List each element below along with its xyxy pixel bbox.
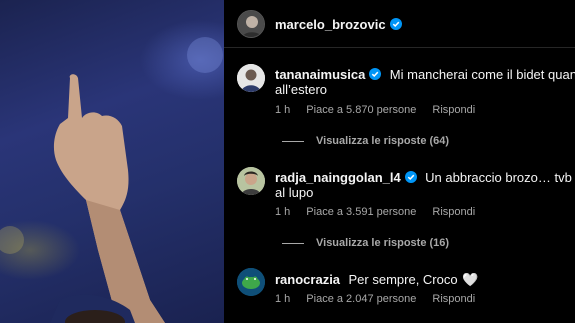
author-username-text[interactable]: marcelo_brozovic [275, 17, 386, 32]
commenter-avatar-image [237, 64, 265, 92]
comment-username[interactable]: ranocrazia [275, 272, 340, 287]
comments-panel: marcelo_brozovic tananaimusica Mi manche… [224, 0, 575, 323]
reply-button[interactable]: Rispondi [432, 206, 475, 218]
view-replies-label[interactable]: Visualizza le risposte (64) [316, 135, 449, 147]
comment-meta: 1 h Piace a 2.047 persone Rispondi [275, 293, 491, 305]
comment-username-text[interactable]: tananaimusica [275, 67, 365, 82]
comment-likes[interactable]: Piace a 5.870 persone [306, 104, 416, 116]
replies-divider-line [282, 140, 304, 142]
replies-divider-line [282, 242, 304, 244]
post-header: marcelo_brozovic [224, 0, 575, 48]
author-username[interactable]: marcelo_brozovic [275, 17, 402, 32]
comment-text: Mi mancherai come il bidet quando [389, 67, 575, 82]
comment-text: Un abbraccio brozo… tvb in [425, 170, 575, 185]
commenter-avatar[interactable] [237, 167, 265, 195]
post-photo-illustration [0, 37, 223, 323]
comment-time[interactable]: 1 h [275, 104, 290, 116]
comment-username[interactable]: tananaimusica [275, 67, 382, 82]
reply-button[interactable]: Rispondi [432, 104, 475, 116]
comment-text-continued: al lupo [275, 185, 314, 200]
reply-button[interactable]: Rispondi [432, 293, 475, 305]
verified-badge-icon [369, 68, 382, 80]
comment-meta: 1 h Piace a 5.870 persone Rispondi [275, 104, 491, 116]
post-photo [0, 0, 224, 323]
commenter-avatar-image [237, 167, 265, 195]
comment-likes[interactable]: Piace a 3.591 persone [306, 206, 416, 218]
view-replies-button[interactable]: Visualizza le risposte (64) [282, 135, 449, 147]
commenter-avatar-image [237, 268, 265, 296]
comment-text-continued: all’estero [275, 82, 328, 97]
view-replies-label[interactable]: Visualizza le risposte (16) [316, 237, 449, 249]
comment-time[interactable]: 1 h [275, 206, 290, 218]
comment-text: Per sempre, Croco [348, 272, 458, 287]
comment-username[interactable]: radja_nainggolan_l4 [275, 170, 417, 185]
verified-badge-icon [404, 171, 417, 183]
comment-username-text[interactable]: radja_nainggolan_l4 [275, 170, 401, 185]
verified-badge-icon [389, 18, 402, 30]
commenter-avatar[interactable] [237, 268, 265, 296]
comment-time[interactable]: 1 h [275, 293, 290, 305]
comment-meta: 1 h Piace a 3.591 persone Rispondi [275, 206, 491, 218]
view-replies-button[interactable]: Visualizza le risposte (16) [282, 237, 449, 249]
commenter-avatar[interactable] [237, 64, 265, 92]
author-avatar-image [238, 11, 264, 37]
white-heart-icon: 🤍 [462, 272, 479, 287]
author-avatar[interactable] [237, 10, 265, 38]
comment-likes[interactable]: Piace a 2.047 persone [306, 293, 416, 305]
